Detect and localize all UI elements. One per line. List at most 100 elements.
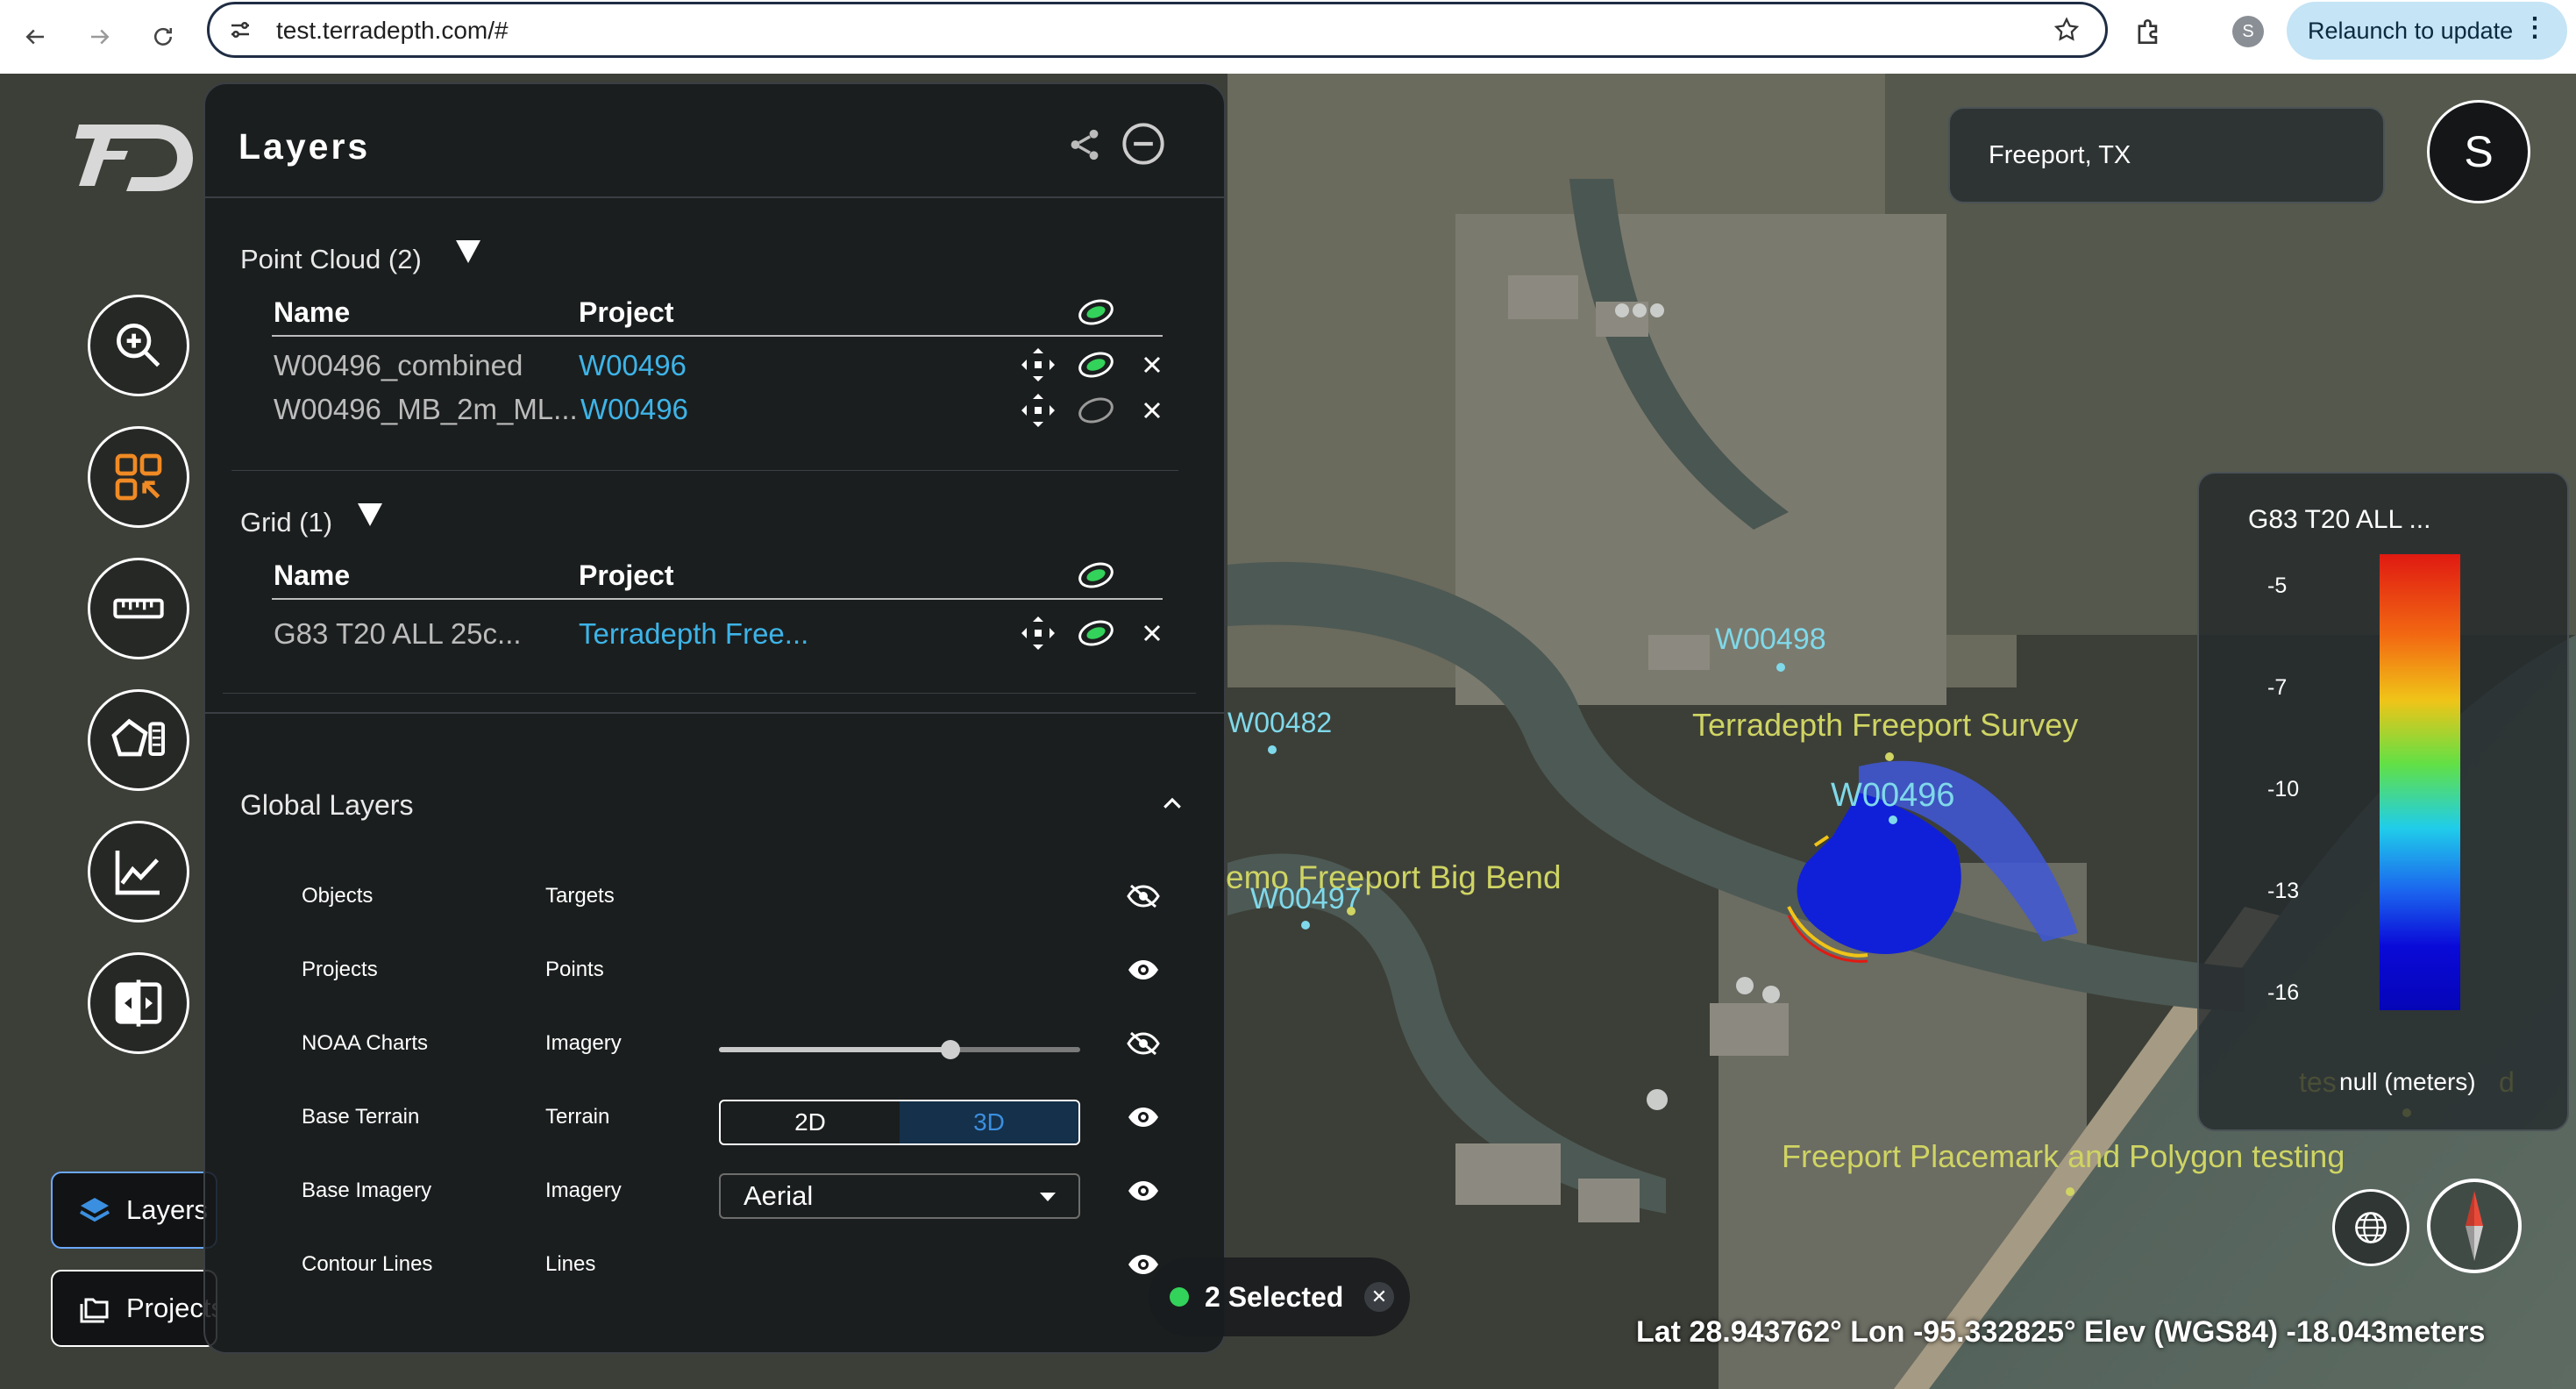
global-layer-contour-type: Lines — [545, 1252, 596, 1276]
eye-icon[interactable] — [1126, 956, 1161, 984]
legend-tick: -16 — [2267, 980, 2300, 1005]
reload-button[interactable] — [142, 16, 184, 58]
move-to-layer-icon[interactable] — [1019, 614, 1057, 652]
map-label-w00496[interactable]: W00496 — [1831, 777, 1955, 815]
remove-layer-close-icon[interactable] — [1133, 391, 1171, 430]
point-cloud-section-title[interactable]: Point Cloud (2) — [240, 244, 422, 275]
terrain-3d-option[interactable]: 3D — [900, 1101, 1078, 1143]
grid-row-1-project[interactable]: Terradepth Free... — [579, 617, 808, 651]
point-cloud-row-1-project[interactable]: W00496 — [579, 349, 687, 382]
base-imagery-select[interactable]: Aerial — [719, 1173, 1080, 1219]
dropdown-caret-icon — [1040, 1193, 1056, 1201]
compass-icon — [2466, 1191, 2483, 1261]
global-layer-imagery-name: Base Imagery — [302, 1179, 432, 1202]
slider-thumb[interactable] — [940, 1040, 960, 1059]
globe-view-button[interactable] — [2332, 1189, 2409, 1266]
legend-tick: -13 — [2267, 879, 2300, 903]
select-grid-icon — [115, 453, 162, 501]
eye-slash-icon[interactable] — [1126, 1029, 1161, 1058]
grid-row-1-name[interactable]: G83 T20 ALL 25c... — [274, 617, 522, 651]
site-settings-icon[interactable] — [227, 17, 253, 43]
relaunch-to-update-button[interactable]: Relaunch to update ⋮ — [2287, 2, 2567, 60]
address-bar[interactable]: test.terradepth.com/# — [207, 2, 2108, 58]
map-marker-w00498[interactable] — [1776, 663, 1785, 672]
grid-header-rule — [272, 598, 1163, 600]
move-to-layer-icon[interactable] — [1019, 391, 1057, 430]
point-cloud-row-2-name[interactable]: W00496_MB_2m_ML... — [274, 393, 578, 426]
grid-project-header: Project — [579, 559, 674, 591]
user-avatar[interactable]: S — [2427, 100, 2530, 203]
terrain-2d-option[interactable]: 2D — [721, 1101, 900, 1143]
back-arrow-icon — [25, 29, 44, 45]
point-cloud-name-header: Name — [274, 296, 351, 328]
eye-icon[interactable] — [1126, 1103, 1161, 1131]
compare-tool-button[interactable] — [88, 952, 189, 1054]
global-layer-terrain-type: Terrain — [545, 1105, 610, 1129]
move-to-layer-icon[interactable] — [1019, 345, 1057, 384]
chevron-up-icon[interactable] — [1159, 791, 1185, 817]
point-cloud-row-1-name[interactable]: W00496_combined — [274, 349, 523, 382]
location-search-box[interactable]: Freeport, TX — [1948, 107, 2385, 203]
ruler-icon — [113, 598, 164, 619]
grid-expand-triangle-icon[interactable] — [358, 503, 382, 526]
zoom-tool-button[interactable] — [88, 295, 189, 396]
url-text[interactable]: test.terradepth.com/# — [276, 17, 509, 45]
browser-profile-avatar[interactable]: S — [2232, 16, 2264, 47]
forward-button[interactable] — [79, 16, 121, 58]
grid-visibility-all-icon[interactable] — [1077, 556, 1115, 595]
visibility-on-icon[interactable] — [1077, 614, 1115, 652]
global-layer-terrain-name: Base Terrain — [302, 1105, 420, 1129]
eye-icon[interactable] — [1126, 1177, 1161, 1205]
collapse-panel-icon[interactable] — [1121, 121, 1166, 167]
global-layer-contour-name: Contour Lines — [302, 1252, 433, 1276]
global-layers-section-title[interactable]: Global Layers — [240, 789, 413, 822]
extensions-puzzle-icon[interactable] — [2132, 15, 2166, 48]
remove-layer-close-icon[interactable] — [1133, 345, 1171, 384]
remove-layer-close-icon[interactable] — [1133, 614, 1171, 652]
zoom-in-icon — [117, 324, 160, 367]
map-marker-w00497[interactable] — [1301, 921, 1310, 930]
legend-tick: -10 — [2267, 777, 2300, 801]
terrain-mode-toggle[interactable]: 2D 3D — [719, 1100, 1080, 1145]
visibility-off-icon[interactable] — [1077, 391, 1115, 430]
map-label-survey[interactable]: Terradepth Freeport Survey — [1692, 707, 2078, 744]
polygon-tool-button[interactable] — [88, 689, 189, 791]
layers-icon — [80, 1198, 110, 1222]
select-tool-button[interactable] — [88, 426, 189, 528]
compass-button[interactable] — [2427, 1179, 2522, 1273]
eye-slash-icon[interactable] — [1126, 882, 1161, 910]
layers-tab[interactable]: Layers — [51, 1172, 217, 1249]
profile-chart-tool-button[interactable] — [88, 821, 189, 922]
bookmark-star-icon[interactable] — [2053, 16, 2081, 44]
globe-icon — [2355, 1212, 2387, 1243]
layers-panel: Layers Point Cloud (2) Name Project W004… — [203, 82, 1226, 1354]
projects-tab[interactable]: Projects — [51, 1270, 217, 1347]
terradepth-logo[interactable] — [75, 116, 195, 195]
global-layer-noaa-name: NOAA Charts — [302, 1031, 429, 1055]
divider — [205, 196, 1224, 198]
point-cloud-expand-triangle-icon[interactable] — [456, 240, 480, 263]
global-layer-projects-name: Projects — [302, 958, 378, 981]
map-label-placemark[interactable]: Freeport Placemark and Polygon testing — [1782, 1138, 2345, 1175]
grid-section-title[interactable]: Grid (1) — [240, 507, 332, 538]
map-marker-big-bend[interactable] — [1347, 907, 1356, 915]
global-layer-imagery-type: Imagery — [545, 1179, 622, 1202]
map-label-w00497[interactable]: W00497 — [1250, 882, 1362, 916]
map-marker-w00496[interactable] — [1889, 816, 1897, 824]
map-label-w00482[interactable]: W00482 — [1228, 707, 1332, 739]
measure-tool-button[interactable] — [88, 558, 189, 659]
point-cloud-visibility-all-icon[interactable] — [1077, 293, 1115, 331]
map-marker-survey[interactable] — [1885, 752, 1894, 761]
point-cloud-row-2-project[interactable]: W00496 — [580, 393, 688, 426]
visibility-on-icon[interactable] — [1077, 345, 1115, 384]
map-label-w00498[interactable]: W00498 — [1715, 623, 1826, 657]
noaa-opacity-slider[interactable] — [719, 1040, 1080, 1059]
map-marker-placemark[interactable] — [2066, 1187, 2074, 1196]
back-button[interactable] — [14, 16, 56, 58]
clear-selection-close-icon[interactable]: ✕ — [1364, 1282, 1394, 1312]
share-icon[interactable] — [1066, 126, 1103, 163]
more-menu-icon[interactable]: ⋮ — [2522, 15, 2548, 41]
map-marker-w00482[interactable] — [1268, 745, 1277, 754]
selection-chip[interactable]: 2 Selected ✕ — [1149, 1257, 1410, 1336]
divider — [231, 470, 1178, 471]
